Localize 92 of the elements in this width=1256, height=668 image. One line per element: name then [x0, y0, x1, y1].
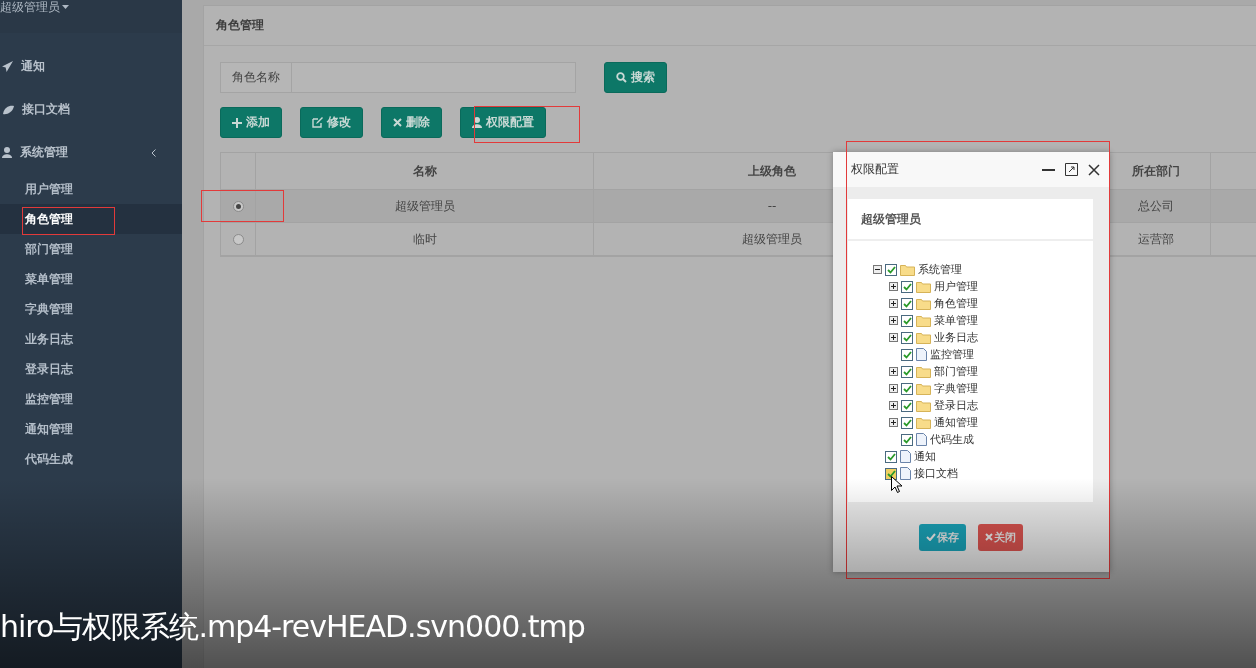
toolbar-button[interactable]: 删除: [381, 107, 442, 138]
tree-node-label[interactable]: 通知管理: [934, 415, 978, 430]
leaf-icon: [2, 104, 14, 115]
checkbox[interactable]: [901, 433, 913, 446]
expand-icon[interactable]: [889, 384, 898, 393]
search-icon: [616, 72, 627, 83]
checkbox[interactable]: [901, 331, 913, 344]
checkbox[interactable]: [885, 450, 897, 463]
collapse-icon[interactable]: [873, 265, 882, 274]
tree-node-label[interactable]: 用户管理: [934, 279, 978, 294]
checkbox[interactable]: [901, 399, 913, 412]
sidebar-item[interactable]: 系统管理: [0, 131, 182, 174]
check-icon: [925, 533, 936, 541]
sidebar-subitem[interactable]: 代码生成: [0, 444, 182, 474]
file-icon: [900, 467, 911, 480]
panel-title: 角色管理: [216, 17, 264, 34]
folder-icon: [916, 314, 931, 327]
checkbox[interactable]: [901, 416, 913, 429]
folder-icon: [916, 382, 931, 395]
checkbox[interactable]: [901, 280, 913, 293]
column-header[interactable]: 名称: [256, 153, 594, 189]
caret-down-icon: [62, 5, 69, 9]
tree-node-label[interactable]: 监控管理: [930, 347, 974, 362]
video-caption: hiro与权限系统.mp4-revHEAD.svn000.tmp: [0, 608, 585, 646]
edit-icon: [312, 117, 323, 128]
sidebar-subitem[interactable]: 用户管理: [0, 174, 182, 204]
folder-icon: [916, 416, 931, 429]
tree-node-label[interactable]: 代码生成: [930, 432, 974, 447]
close-icon: [393, 118, 402, 127]
expand-icon[interactable]: [889, 418, 898, 427]
tree-node-label[interactable]: 菜单管理: [934, 313, 978, 328]
checkbox[interactable]: [901, 314, 913, 327]
toolbar-button[interactable]: 添加: [220, 107, 282, 138]
expand-icon[interactable]: [889, 401, 898, 410]
user-icon: [472, 117, 482, 128]
folder-icon: [916, 331, 931, 344]
expand-icon[interactable]: [889, 282, 898, 291]
tree-node-label[interactable]: 部门管理: [934, 364, 978, 379]
folder-icon: [916, 365, 931, 378]
mouse-cursor-icon: [891, 476, 902, 493]
minimize-icon[interactable]: [1042, 168, 1055, 171]
expand-icon[interactable]: [889, 316, 898, 325]
checkbox[interactable]: [885, 467, 897, 480]
checkbox[interactable]: [901, 382, 913, 395]
radio-button[interactable]: [232, 233, 244, 245]
sidebar-subitem[interactable]: 角色管理: [0, 204, 182, 234]
checkbox[interactable]: [901, 297, 913, 310]
sidebar-subitem[interactable]: 部门管理: [0, 234, 182, 264]
tree-node-label[interactable]: 角色管理: [934, 296, 978, 311]
checkbox[interactable]: [901, 348, 913, 361]
close-icon[interactable]: [1088, 163, 1100, 176]
sidebar-subitem[interactable]: 通知管理: [0, 414, 182, 444]
tree-node-label[interactable]: 系统管理: [918, 262, 962, 277]
sidebar-item[interactable]: 通知: [0, 45, 182, 88]
toolbar-button[interactable]: 权限配置: [460, 107, 546, 138]
tree-node-label[interactable]: 字典管理: [934, 381, 978, 396]
sidebar-subitem[interactable]: 业务日志: [0, 324, 182, 354]
table-cell: 超级管理员: [256, 190, 594, 222]
sidebar-subitem[interactable]: 监控管理: [0, 384, 182, 414]
folder-icon: [916, 399, 931, 412]
search-button[interactable]: 搜索: [604, 62, 667, 93]
folder-icon: [916, 280, 931, 293]
expand-icon[interactable]: [889, 333, 898, 342]
user-icon: [2, 147, 12, 158]
plus-icon: [232, 117, 242, 128]
tree-node-label[interactable]: 业务日志: [934, 330, 978, 345]
expand-icon[interactable]: [889, 367, 898, 376]
tree-node-label[interactable]: 登录日志: [934, 398, 978, 413]
sidebar-subitem[interactable]: 登录日志: [0, 354, 182, 384]
user-menu[interactable]: 超级管理员: [0, 0, 69, 14]
table-cell: 临时: [256, 223, 594, 255]
toolbar-button[interactable]: 修改: [300, 107, 363, 138]
file-icon: [916, 433, 927, 446]
checkbox[interactable]: [885, 263, 897, 276]
checkbox[interactable]: [901, 365, 913, 378]
close-icon: [984, 533, 993, 541]
tree-node-label[interactable]: 接口文档: [914, 466, 958, 481]
expand-icon[interactable]: [889, 299, 898, 308]
sidebar-subitem[interactable]: 菜单管理: [0, 264, 182, 294]
file-icon: [900, 450, 911, 463]
radio-button[interactable]: [232, 200, 244, 212]
search-field[interactable]: 角色名称: [220, 62, 576, 93]
folder-icon: [900, 263, 915, 276]
file-icon: [916, 348, 927, 361]
dialog-title: 权限配置: [851, 161, 900, 178]
folder-icon: [916, 297, 931, 310]
paper-plane-icon: [2, 61, 13, 72]
tree-node-label[interactable]: 通知: [914, 449, 936, 464]
chevron-left-icon: [151, 148, 156, 157]
sidebar-subitem[interactable]: 字典管理: [0, 294, 182, 324]
maximize-icon[interactable]: [1065, 163, 1078, 176]
sidebar-item[interactable]: 接口文档: [0, 88, 182, 131]
